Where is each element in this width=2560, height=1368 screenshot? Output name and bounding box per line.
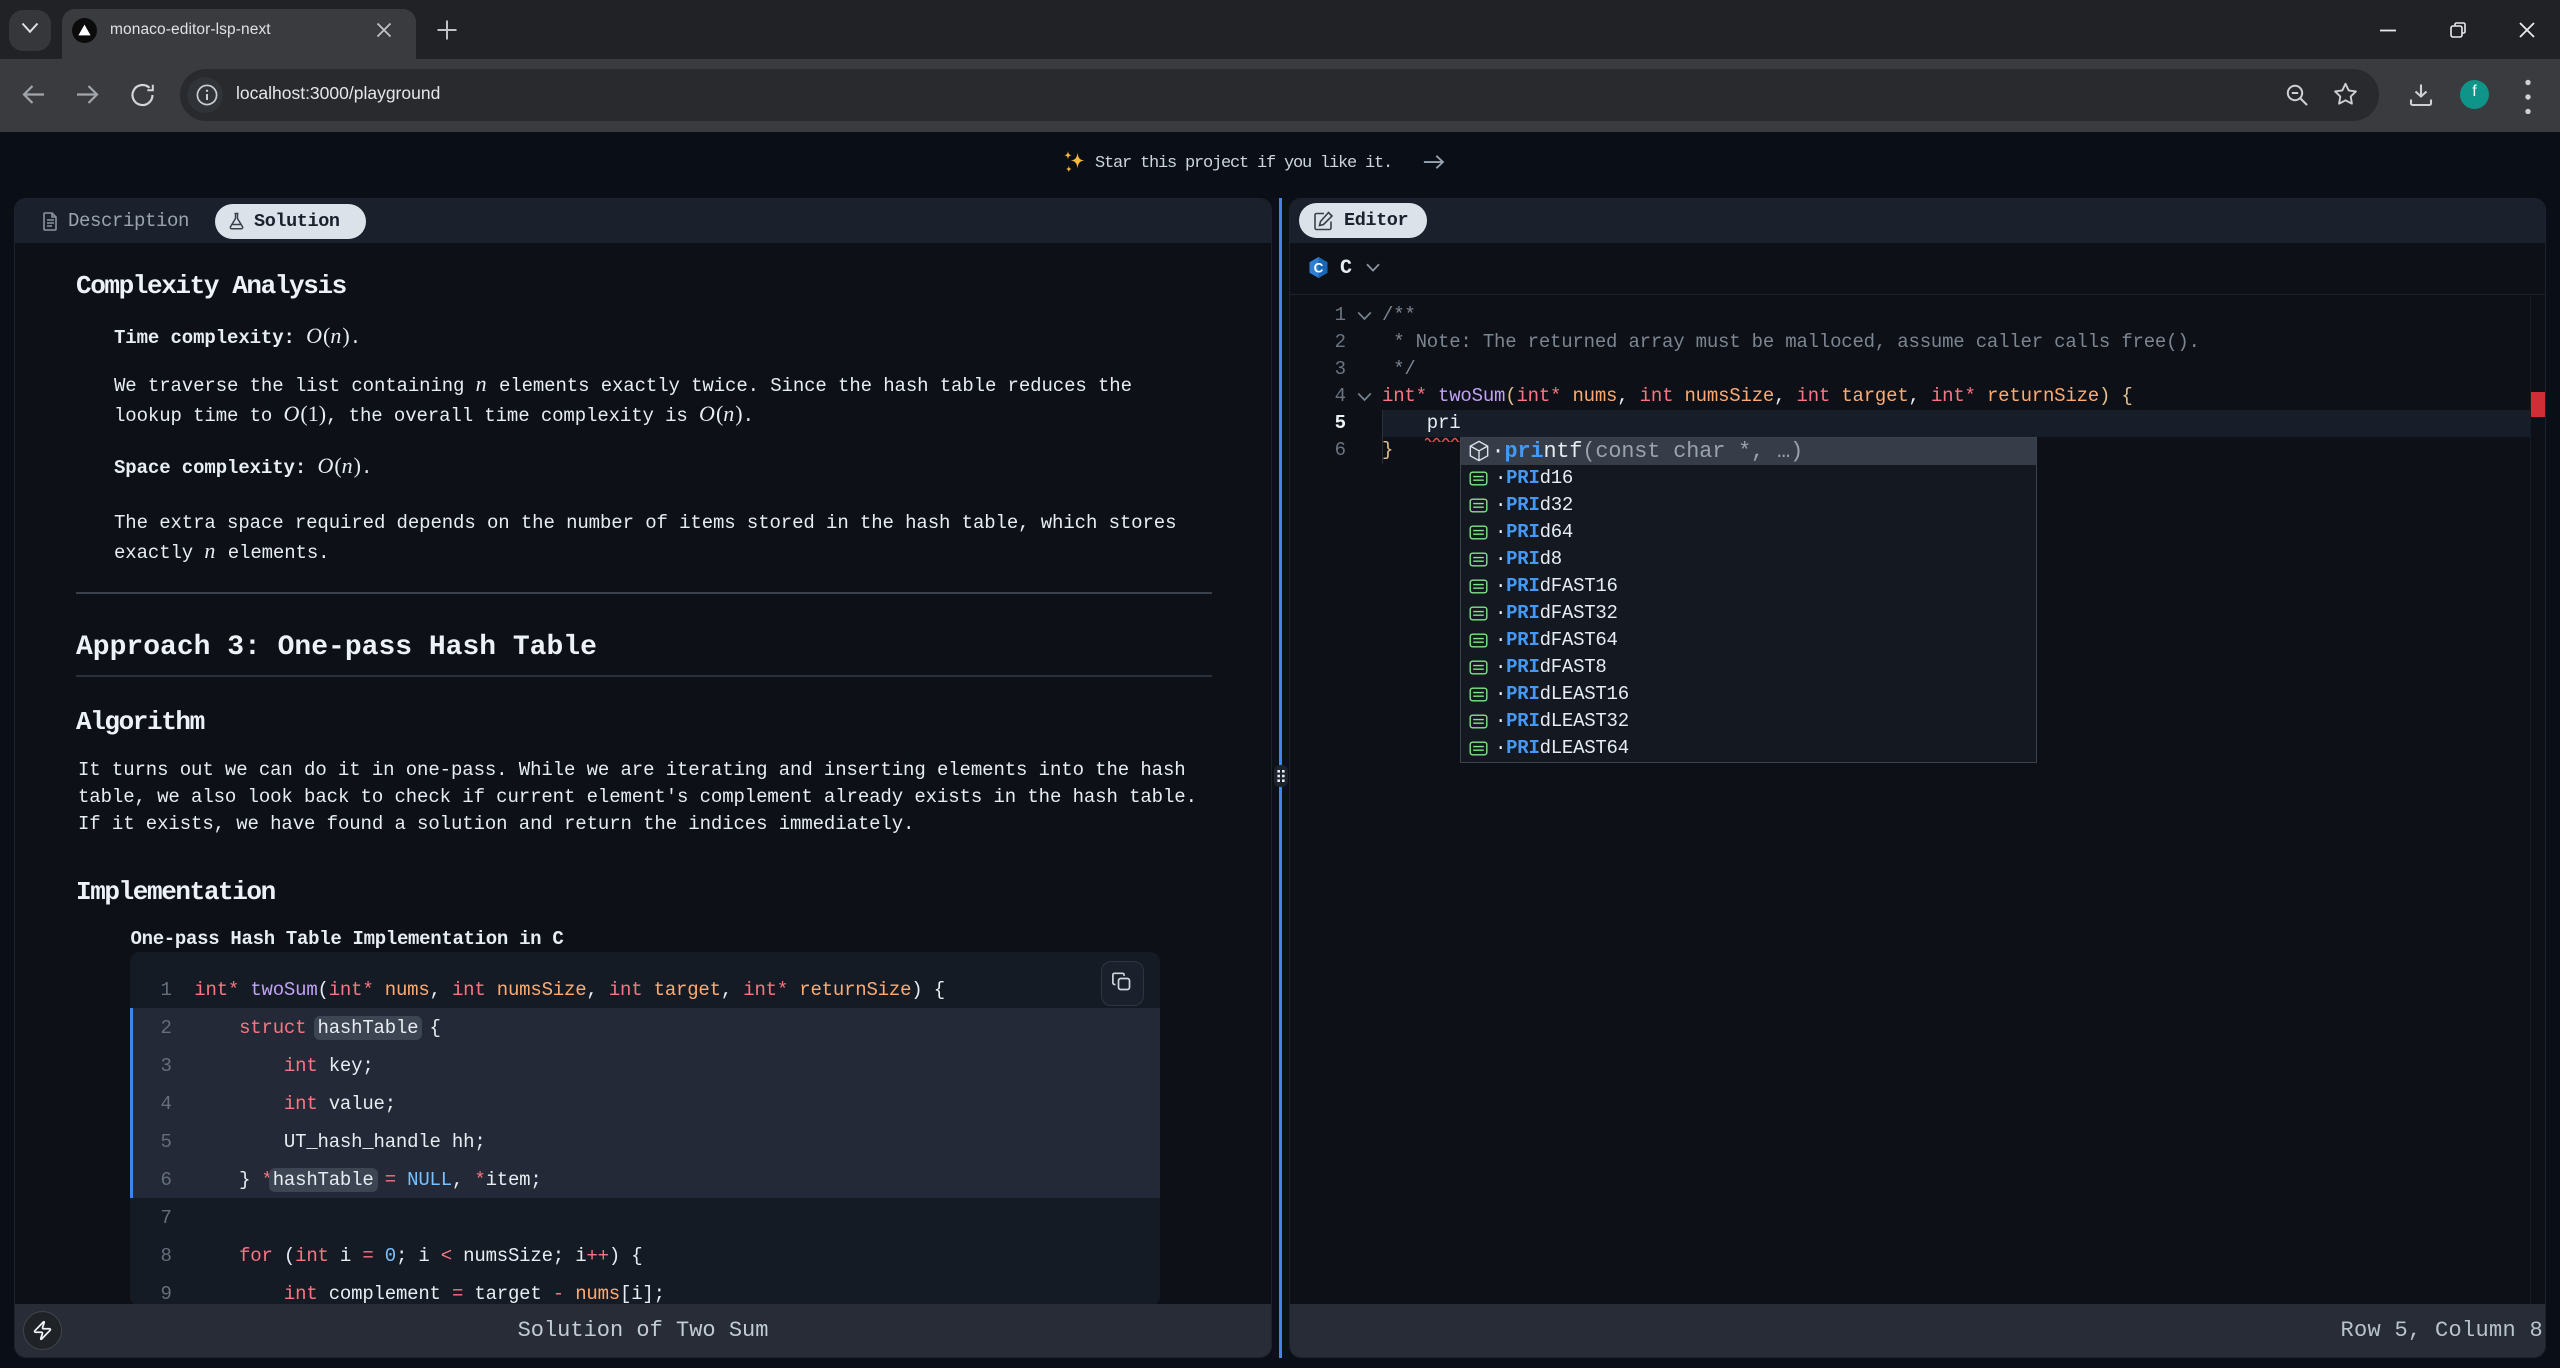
svg-text:C: C <box>1314 260 1324 275</box>
